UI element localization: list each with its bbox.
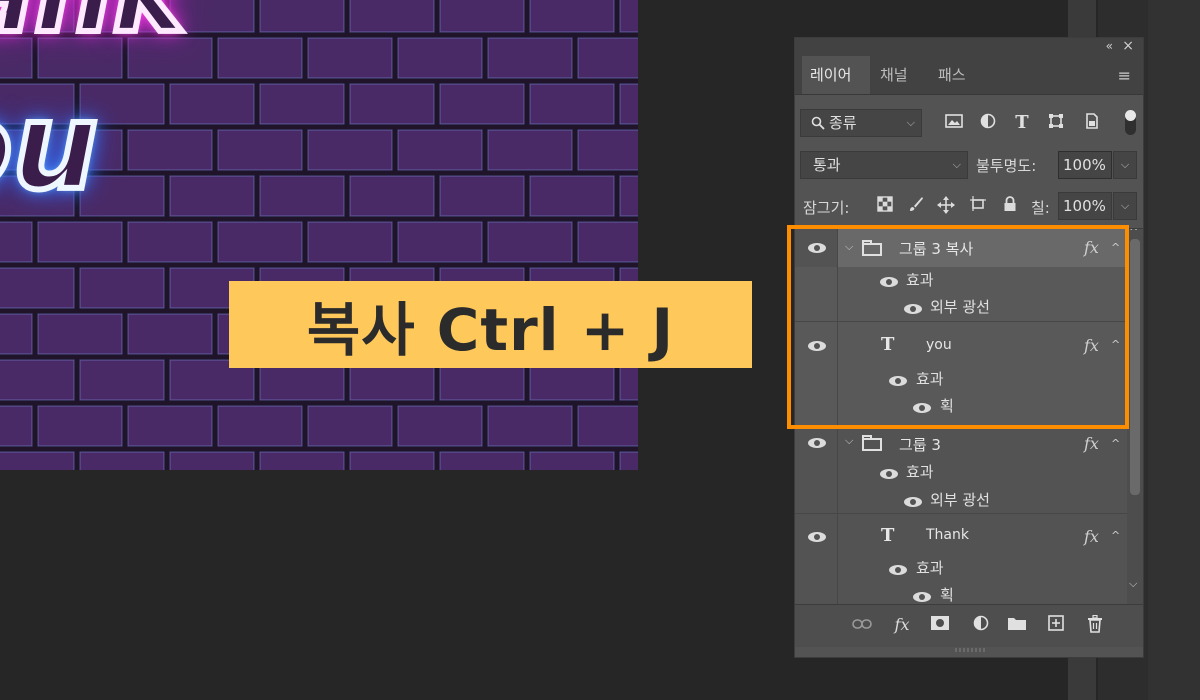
blend-mode-value: 통과 — [813, 156, 841, 174]
chevron-up-icon[interactable]: ^ — [1111, 529, 1120, 542]
effects-label: 효과 — [906, 463, 934, 481]
shape-filter-icon[interactable] — [1046, 113, 1066, 133]
panel-tabs: 레이어 채널 패스 ≡ — [795, 56, 1143, 95]
chevron-down-icon: ⌵ — [906, 116, 915, 129]
brick-wall-image — [0, 0, 638, 470]
layer-effects-thank: 효과 획 — [795, 559, 1127, 605]
close-icon[interactable]: × — [1122, 38, 1134, 54]
scroll-down-icon[interactable]: ⌵ — [1129, 577, 1137, 591]
search-icon — [811, 110, 825, 139]
layer-name[interactable]: 그룹 3 — [899, 434, 941, 455]
chevron-up-icon[interactable]: ^ — [1111, 437, 1120, 450]
layer-row-group3[interactable]: ⌵ 그룹 3 fx ^ — [795, 427, 1127, 462]
visibility-eye-icon[interactable] — [904, 497, 922, 507]
new-group-icon[interactable] — [1006, 615, 1028, 635]
tab-paths[interactable]: 패스 — [930, 56, 974, 94]
smart-object-filter-icon[interactable] — [1082, 113, 1102, 133]
toolbar-strip — [1148, 0, 1200, 700]
filter-kind-label: 종류 — [829, 114, 857, 132]
mask-icon[interactable] — [929, 615, 951, 635]
layer-effects-group3: 효과 외부 광선 — [795, 461, 1127, 513]
trash-icon[interactable] — [1084, 614, 1106, 635]
layer-name[interactable]: Thank — [926, 527, 969, 543]
fill-label: 칠: — [1031, 199, 1050, 217]
new-layer-icon[interactable] — [1045, 615, 1067, 635]
neon-text-thank: ank — [0, 0, 189, 51]
blend-mode-dropdown[interactable]: 통과 ⌵ — [800, 151, 968, 179]
fill-dropdown-button[interactable]: ⌵ — [1113, 192, 1137, 220]
visibility-eye-icon[interactable] — [880, 469, 898, 479]
visibility-eye-icon[interactable] — [808, 532, 826, 542]
visibility-eye-icon[interactable] — [913, 592, 931, 602]
collapse-icon[interactable]: « — [1106, 39, 1113, 53]
panel-resize-grip[interactable] — [955, 648, 985, 652]
shortcut-caption: 복사 Ctrl + J — [229, 281, 752, 368]
tab-layers[interactable]: 레이어 — [802, 56, 870, 94]
panel-title-bar[interactable]: « × — [795, 38, 1143, 56]
panel-menu-icon[interactable]: ≡ — [1118, 66, 1131, 85]
folder-icon — [862, 435, 882, 451]
neon-text-you: ou — [0, 78, 101, 217]
opacity-value: 100% — [1063, 156, 1106, 174]
fx-icon[interactable]: fx — [1084, 527, 1099, 546]
opacity-label: 불투명도: — [976, 157, 1037, 175]
effects-label: 효과 — [916, 559, 944, 577]
chevron-down-icon: ⌵ — [952, 158, 961, 171]
opacity-dropdown-button[interactable]: ⌵ — [1113, 151, 1137, 179]
adjustment-layer-icon[interactable] — [970, 615, 992, 635]
lock-all-icon[interactable] — [1000, 196, 1020, 216]
text-layer-icon: T — [881, 525, 895, 546]
effect-outer-glow: 외부 광선 — [930, 491, 990, 509]
fx-icon[interactable]: fx — [1084, 434, 1099, 453]
lock-artboard-icon[interactable] — [968, 196, 988, 216]
adjustment-filter-icon[interactable] — [978, 113, 998, 133]
panel-footer: fx — [795, 604, 1143, 647]
opacity-input[interactable]: 100% — [1058, 151, 1112, 179]
caption-text: 복사 Ctrl + J — [306, 295, 675, 364]
scroll-up-icon[interactable]: ^ — [1129, 229, 1138, 238]
document-canvas[interactable]: ank ou — [0, 0, 638, 470]
selection-highlight-box — [787, 225, 1129, 429]
type-filter-icon[interactable]: T — [1012, 113, 1032, 133]
image-filter-icon[interactable] — [944, 113, 964, 133]
effect-stroke: 획 — [940, 586, 954, 604]
lock-position-icon[interactable] — [936, 196, 956, 216]
fill-value: 100% — [1063, 197, 1106, 215]
lock-paint-icon[interactable] — [906, 196, 926, 216]
fill-input[interactable]: 100% — [1058, 192, 1112, 220]
lock-label: 잠그기: — [803, 199, 850, 217]
layer-row-thank[interactable]: T Thank fx ^ — [795, 513, 1127, 560]
visibility-eye-icon[interactable] — [889, 565, 907, 575]
link-icon[interactable] — [851, 615, 873, 635]
chevron-down-icon[interactable]: ⌵ — [845, 434, 853, 448]
visibility-eye-icon[interactable] — [808, 438, 826, 448]
filter-kind-dropdown[interactable]: 종류 ⌵ — [800, 109, 922, 137]
fx-icon[interactable]: fx — [891, 615, 913, 635]
filter-toggle-knob — [1125, 110, 1136, 121]
layers-scrollbar-thumb[interactable] — [1130, 239, 1140, 495]
tab-channels[interactable]: 채널 — [872, 56, 916, 94]
lock-transparent-icon[interactable] — [875, 196, 895, 216]
